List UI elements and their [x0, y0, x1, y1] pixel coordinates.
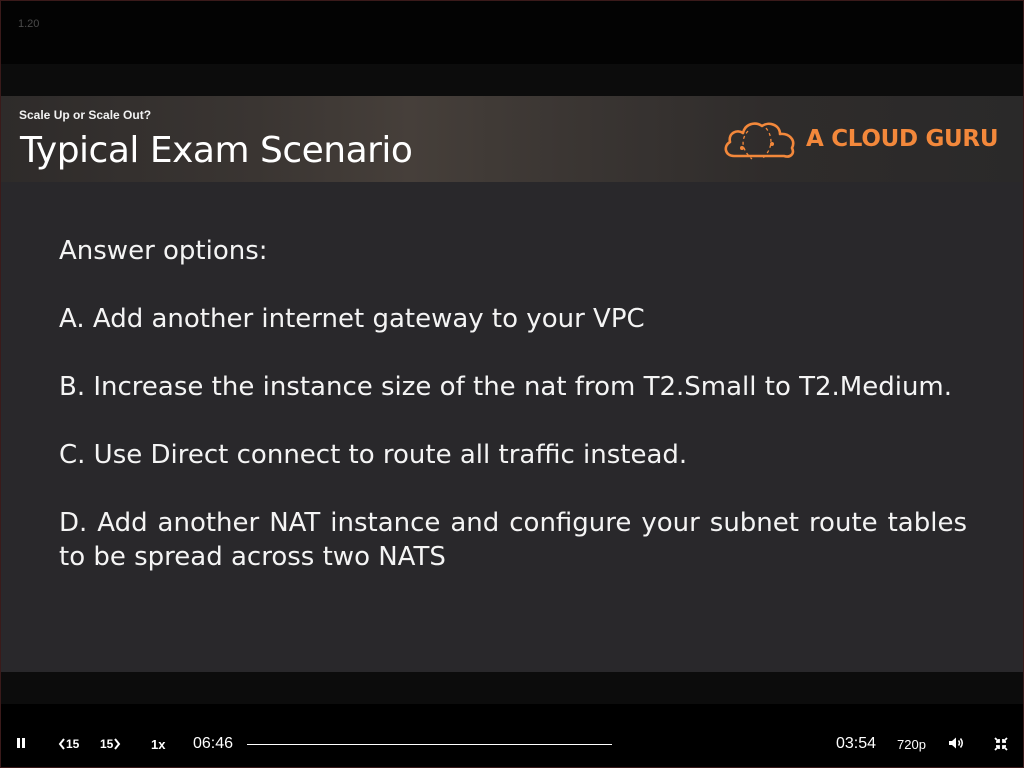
video-slide[interactable]: Scale Up or Scale Out? Typical Exam Scen… [0, 96, 1024, 672]
elapsed-time: 06:46 [193, 735, 234, 752]
skip-back-button[interactable]: 15 [58, 737, 79, 751]
answer-heading: Answer options: [59, 236, 268, 266]
skip-forward-icon [114, 738, 121, 750]
volume-button[interactable] [948, 736, 965, 750]
letterbox-bottom [0, 672, 1024, 704]
slide-title: Typical Exam Scenario [20, 130, 413, 171]
slide-header: Scale Up or Scale Out? Typical Exam Scen… [0, 96, 1024, 182]
letterbox-top [0, 64, 1024, 96]
video-top-bar: 1.20 [0, 0, 1024, 64]
brand-logo: A CLOUD GURU [722, 118, 1002, 164]
answer-option-d: D. Add another NAT instance and configur… [59, 508, 967, 572]
progress-track[interactable] [247, 744, 612, 745]
skip-forward-button[interactable]: 15 [100, 737, 121, 751]
answer-option-b: B. Increase the instance size of the nat… [59, 372, 953, 402]
slide-content: Answer options: A. Add another internet … [59, 234, 967, 608]
volume-icon [949, 737, 963, 749]
answer-option-a: A. Add another internet gateway to your … [59, 304, 645, 334]
version-label: 1.20 [18, 18, 40, 30]
cloud-logo-icon [724, 122, 795, 160]
exit-fullscreen-button[interactable] [994, 737, 1008, 751]
skip-back-icon [58, 738, 65, 750]
slide-subtitle: Scale Up or Scale Out? [19, 108, 152, 122]
pause-icon [17, 738, 25, 748]
speed-button[interactable]: 1x [151, 737, 165, 752]
skip-back-label: 15 [66, 737, 80, 751]
pause-button[interactable] [15, 737, 27, 749]
skip-forward-label: 15 [100, 737, 114, 751]
progress-fill [247, 744, 612, 745]
player-controls: 15 15 1x 06:46 03:54 720p [0, 704, 1024, 768]
answer-option-c: C. Use Direct connect to route all traff… [59, 440, 688, 470]
logo-text: A CLOUD GURU [806, 126, 999, 152]
remaining-time: 03:54 [836, 735, 877, 752]
quality-button[interactable]: 720p [897, 737, 926, 752]
exit-fullscreen-icon [994, 737, 1008, 751]
